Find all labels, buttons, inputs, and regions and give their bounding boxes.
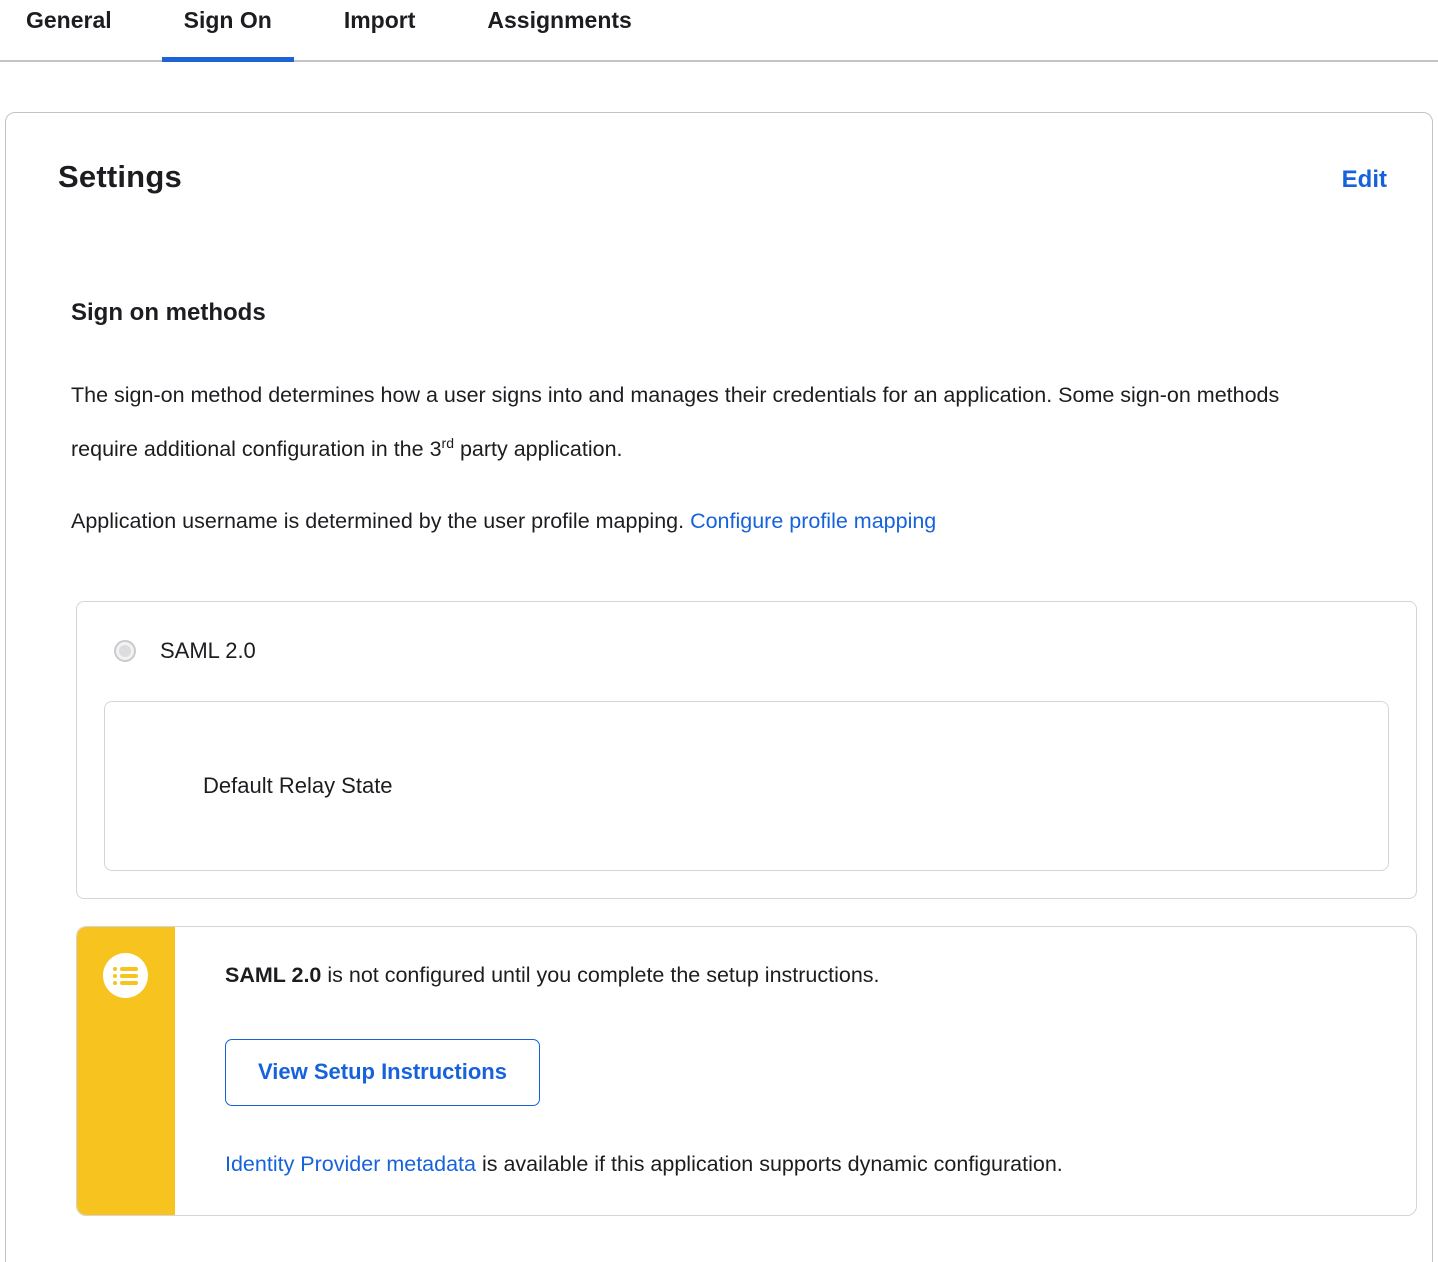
sign-on-method-description: The sign-on method determines how a user… — [71, 371, 1311, 473]
settings-card: Settings Edit Sign on methods The sign-o… — [5, 112, 1433, 1262]
tab-general[interactable]: General — [26, 0, 112, 60]
metadata-availability-note: Identity Provider metadata is available … — [225, 1152, 1376, 1177]
identity-provider-metadata-link[interactable]: Identity Provider metadata — [225, 1152, 476, 1176]
ordinal-suffix: rd — [441, 435, 454, 451]
callout-message: SAML 2.0 is not configured until you com… — [225, 963, 1376, 988]
saml-radio-row[interactable]: SAML 2.0 — [104, 638, 1389, 664]
settings-card-header: Settings Edit — [53, 159, 1387, 195]
configure-profile-mapping-link[interactable]: Configure profile mapping — [690, 509, 936, 533]
saml-radio-label: SAML 2.0 — [160, 638, 256, 664]
callout-message-text: is not configured until you complete the… — [321, 963, 880, 988]
saml-option-box: SAML 2.0 Default Relay State — [76, 601, 1417, 900]
edit-link[interactable]: Edit — [1342, 166, 1387, 194]
metadata-note-text: is available if this application support… — [475, 1152, 1063, 1177]
tab-assignments[interactable]: Assignments — [487, 0, 631, 60]
sign-on-methods-section: Sign on methods The sign-on method deter… — [53, 299, 1417, 1217]
saml-setup-callout: SAML 2.0 is not configured until you com… — [76, 926, 1417, 1217]
callout-accent-bar — [77, 927, 175, 1216]
username-mapping-description: Application username is determined by th… — [71, 497, 1311, 545]
list-icon — [103, 953, 148, 999]
page-title: Settings — [58, 159, 182, 194]
view-setup-instructions-button[interactable]: View Setup Instructions — [225, 1039, 540, 1107]
tab-sign-on[interactable]: Sign On — [161, 0, 295, 62]
app-tab-bar: General Sign On Import Assignments — [0, 0, 1438, 62]
description-text: The sign-on method determines how a user… — [71, 383, 1280, 462]
default-relay-state-panel: Default Relay State — [104, 701, 1389, 872]
username-mapping-text: Application username is determined by th… — [71, 509, 691, 534]
default-relay-state-label: Default Relay State — [203, 773, 393, 799]
sign-on-methods-heading: Sign on methods — [71, 299, 266, 326]
description-text-end: party application. — [453, 437, 623, 462]
tab-import[interactable]: Import — [344, 0, 416, 60]
callout-message-bold: SAML 2.0 — [225, 963, 322, 988]
callout-content: SAML 2.0 is not configured until you com… — [77, 927, 1416, 1177]
saml-radio-button[interactable] — [114, 640, 136, 663]
